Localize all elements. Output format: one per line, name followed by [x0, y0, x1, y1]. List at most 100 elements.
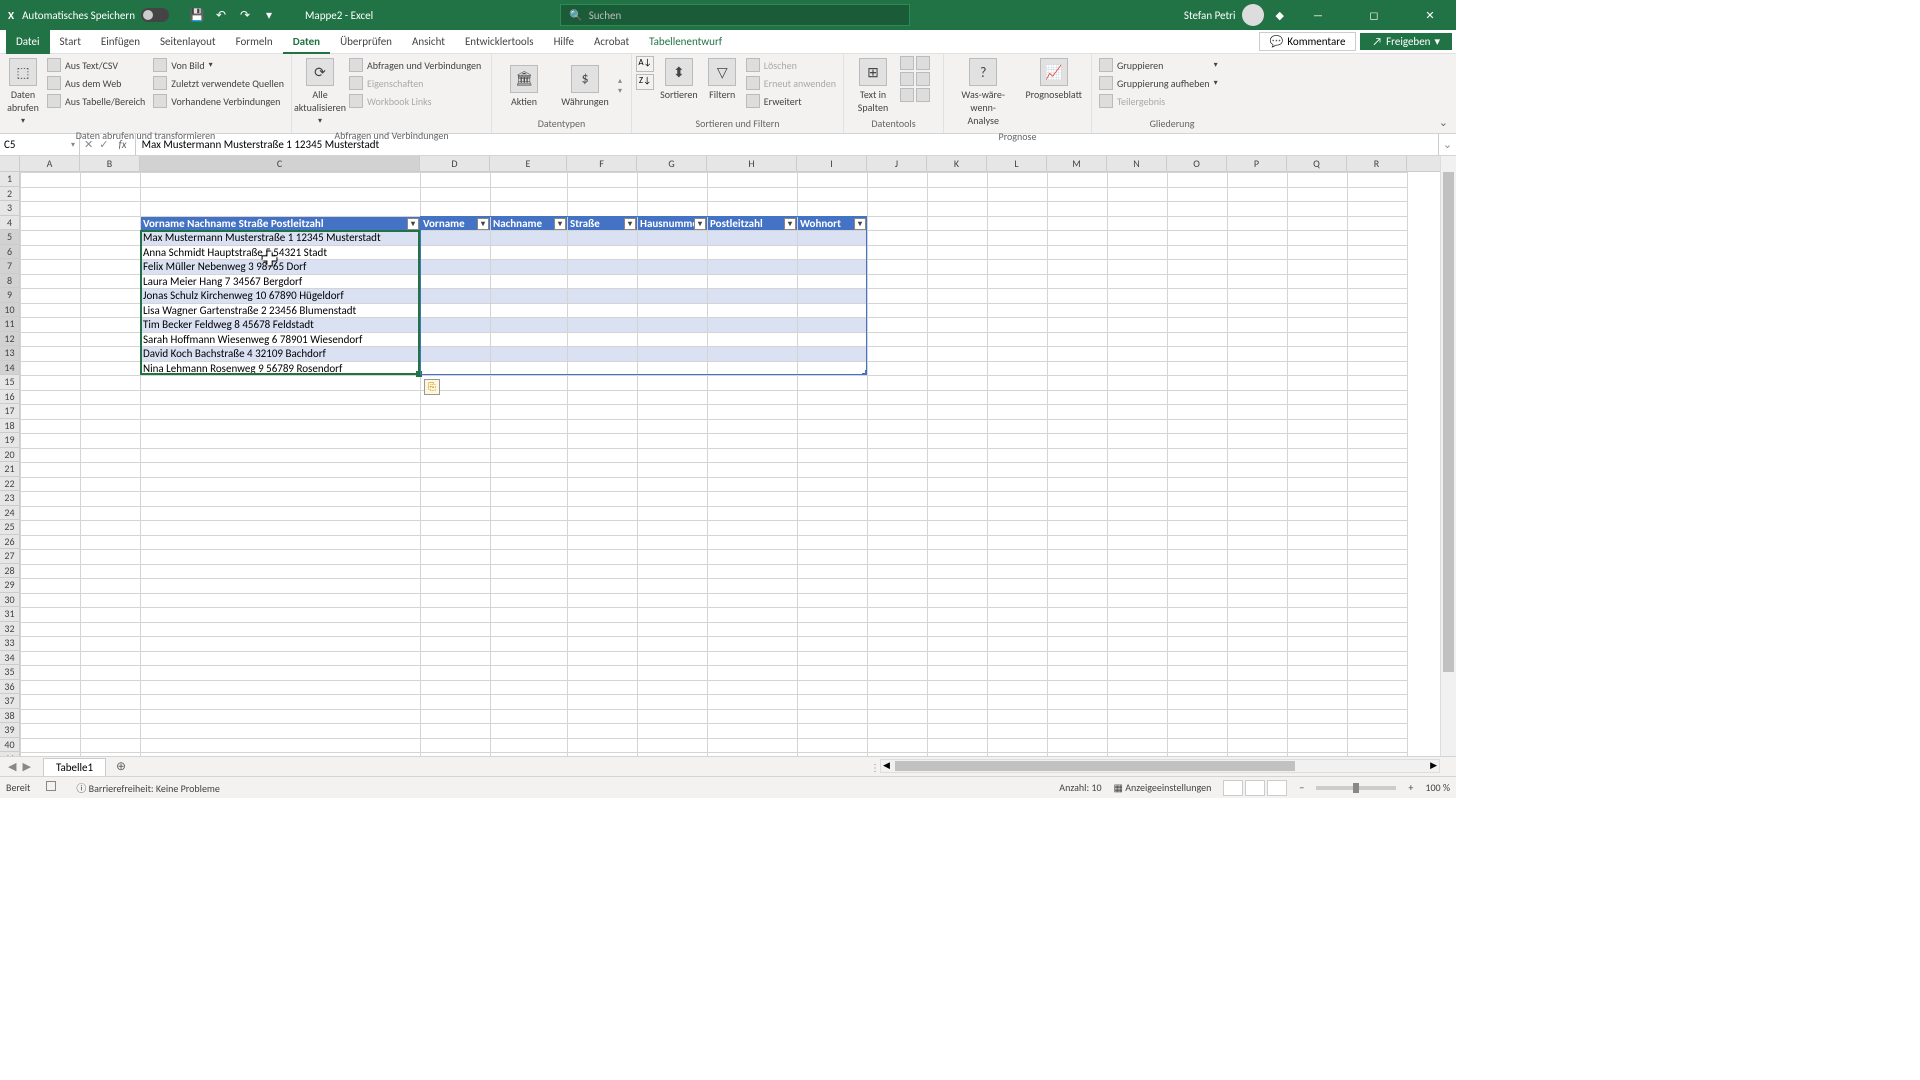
row-header-28[interactable]: 28 [0, 564, 19, 579]
from-table-button[interactable]: Aus Tabelle/Bereich [44, 92, 148, 110]
table2-cell[interactable] [491, 303, 568, 318]
scroll-left-icon[interactable]: ◀ [883, 760, 890, 771]
tab-tabellenentwurf[interactable]: Tabellenentwurf [639, 30, 732, 54]
existing-conn-button[interactable]: Vorhandene Verbindungen [150, 92, 287, 110]
col-header-O[interactable]: O [1167, 156, 1227, 171]
table2-cell[interactable] [798, 303, 868, 318]
row-header-6[interactable]: 6 [0, 245, 19, 260]
sheet-nav[interactable]: ◀ ▶ [0, 760, 39, 773]
col-header-E[interactable]: E [490, 156, 567, 171]
scrollbar-thumb[interactable] [895, 761, 1295, 771]
comments-button[interactable]: 💬 Kommentare [1259, 32, 1357, 51]
table2-header-straße[interactable]: Straße▾ [568, 216, 638, 231]
tab-datei[interactable]: Datei [6, 30, 50, 54]
row-header-21[interactable]: 21 [0, 462, 19, 477]
row-header-25[interactable]: 25 [0, 520, 19, 535]
sort-az-icon[interactable]: A↓ [636, 56, 654, 72]
filter-dropdown-icon[interactable]: ▾ [554, 218, 566, 230]
consolidate-icon[interactable] [916, 72, 930, 86]
filter-dropdown-icon[interactable]: ▾ [407, 218, 419, 230]
save-icon[interactable]: 💾 [189, 7, 205, 23]
table2-cell[interactable] [491, 318, 568, 333]
forecast-sheet-button[interactable]: 📈 Prognoseblatt [1020, 56, 1087, 103]
table2-header-postleitzahl[interactable]: Postleitzahl▾ [708, 216, 798, 231]
share-button[interactable]: ↗ Freigeben ▾ [1360, 33, 1452, 50]
horizontal-scrollbar[interactable]: ◀ ▶ [880, 759, 1440, 773]
relations-icon[interactable] [900, 88, 914, 102]
table1-row[interactable]: Tim Becker Feldweg 8 45678 Feldstadt [141, 318, 421, 333]
prev-sheet-icon[interactable]: ◀ [8, 760, 16, 773]
row-header-38[interactable]: 38 [0, 709, 19, 724]
table2-cell[interactable] [798, 361, 868, 376]
row-header-24[interactable]: 24 [0, 506, 19, 521]
row-header-5[interactable]: 5 [0, 230, 19, 245]
table2-cell[interactable] [798, 274, 868, 289]
row-header-16[interactable]: 16 [0, 390, 19, 405]
table1-header[interactable]: Vorname Nachname Straße Postleitzahl▾ [141, 216, 421, 231]
page-break-button[interactable] [1267, 780, 1287, 796]
tab-hilfe[interactable]: Hilfe [544, 30, 584, 54]
row-header-17[interactable]: 17 [0, 404, 19, 419]
table2-cell[interactable] [638, 361, 708, 376]
table2-cell[interactable] [421, 318, 491, 333]
tab-daten[interactable]: Daten [283, 30, 330, 54]
from-image-button[interactable]: Von Bild▾ [150, 56, 287, 74]
add-sheet-button[interactable]: ⊕ [112, 758, 130, 776]
table2-cell[interactable] [798, 231, 868, 246]
table1-row[interactable]: Lisa Wagner Gartenstraße 2 23456 Blumens… [141, 303, 421, 318]
stocks-button[interactable]: 🏛 Aktien [496, 63, 552, 110]
select-all-corner[interactable] [0, 156, 20, 172]
table2-cell[interactable] [638, 347, 708, 362]
table2-header-hausnummer[interactable]: Hausnummer▾ [638, 216, 708, 231]
queries-conn-button[interactable]: Abfragen und Verbindungen [346, 56, 484, 74]
table2-cell[interactable] [568, 332, 638, 347]
row-header-40[interactable]: 40 [0, 738, 19, 753]
filter-dropdown-icon[interactable]: ▾ [854, 218, 866, 230]
table2-cell[interactable] [421, 231, 491, 246]
table2-cell[interactable] [491, 332, 568, 347]
tab-seitenlayout[interactable]: Seitenlayout [150, 30, 226, 54]
table2-cell[interactable] [568, 245, 638, 260]
table2-cell[interactable] [568, 347, 638, 362]
filter-dropdown-icon[interactable]: ▾ [694, 218, 706, 230]
vertical-scrollbar[interactable] [1440, 156, 1456, 756]
table2-cell[interactable] [798, 289, 868, 304]
filter-dropdown-icon[interactable]: ▾ [624, 218, 636, 230]
table2-cell[interactable] [491, 347, 568, 362]
chevron-up-icon[interactable]: ▴ [618, 76, 622, 86]
from-text-csv-button[interactable]: Aus Text/CSV [44, 56, 148, 74]
quick-analysis-icon[interactable]: ⎘ [424, 379, 440, 395]
row-header-9[interactable]: 9 [0, 288, 19, 303]
tab-ansicht[interactable]: Ansicht [402, 30, 455, 54]
table2-cell[interactable] [491, 274, 568, 289]
search-input[interactable]: 🔍 Suchen [560, 4, 910, 26]
row-header-29[interactable]: 29 [0, 578, 19, 593]
row-header-3[interactable]: 3 [0, 201, 19, 216]
zoom-out-button[interactable]: − [1299, 781, 1304, 794]
get-data-button[interactable]: ⬚ Daten abrufen ▾ [4, 56, 42, 128]
redo-icon[interactable]: ↷ [237, 7, 253, 23]
table2-cell[interactable] [708, 274, 798, 289]
scroll-right-icon[interactable]: ▶ [1430, 760, 1437, 771]
row-header-15[interactable]: 15 [0, 375, 19, 390]
row-header-11[interactable]: 11 [0, 317, 19, 332]
row-header-26[interactable]: 26 [0, 535, 19, 550]
toggle-icon[interactable] [141, 8, 169, 22]
table2-cell[interactable] [708, 332, 798, 347]
table2-cell[interactable] [421, 332, 491, 347]
col-header-P[interactable]: P [1227, 156, 1287, 171]
table2-cell[interactable] [798, 260, 868, 275]
col-header-N[interactable]: N [1107, 156, 1167, 171]
table1-row[interactable]: Felix Müller Nebenweg 3 98765 Dorf [141, 260, 421, 275]
row-header-13[interactable]: 13 [0, 346, 19, 361]
cells[interactable]: Vorname Nachname Straße Postleitzahl▾Vor… [20, 172, 1440, 756]
fill-handle[interactable] [416, 371, 422, 377]
table2-cell[interactable] [638, 289, 708, 304]
page-layout-button[interactable] [1245, 780, 1265, 796]
table2-cell[interactable] [638, 332, 708, 347]
zoom-slider[interactable] [1316, 786, 1396, 790]
table2-cell[interactable] [798, 347, 868, 362]
sheet-tab[interactable]: Tabelle1 [43, 758, 106, 776]
table1-row[interactable]: Sarah Hoffmann Wiesenweg 6 78901 Wiesend… [141, 332, 421, 347]
row-header-30[interactable]: 30 [0, 593, 19, 608]
